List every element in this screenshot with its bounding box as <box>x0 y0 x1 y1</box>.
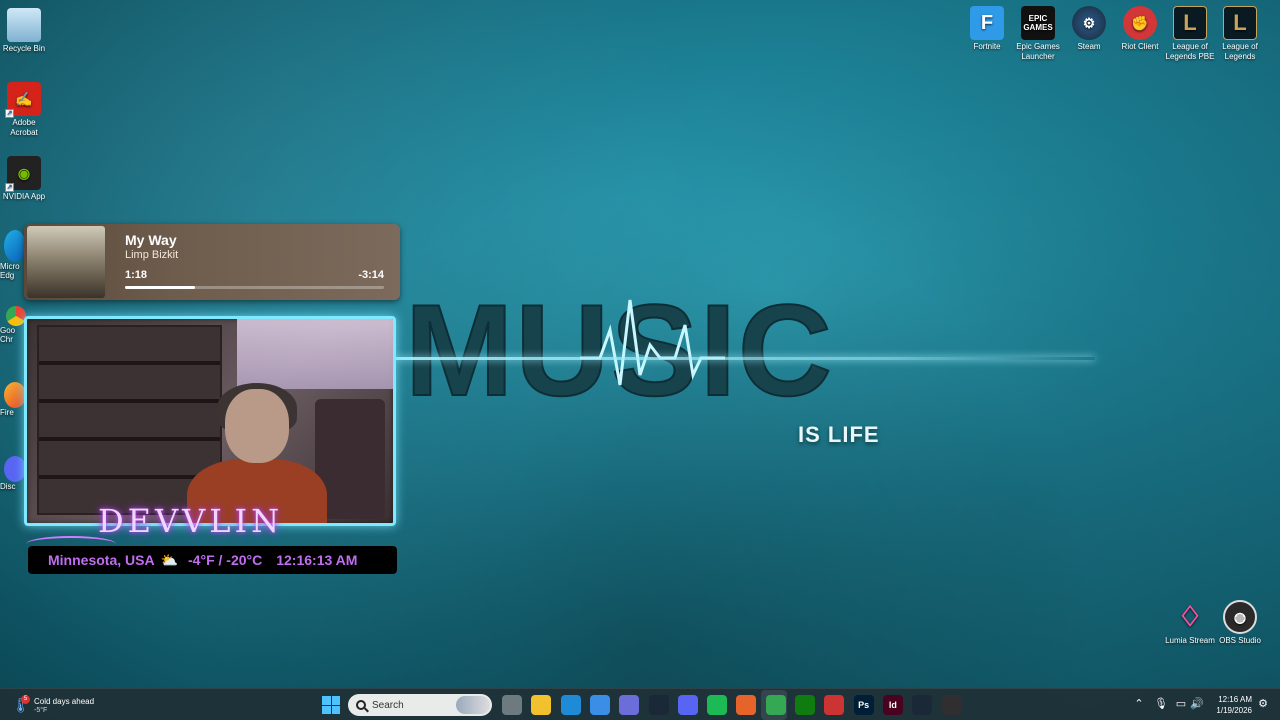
clock-date: 1/19/2026 <box>1216 706 1252 715</box>
lumia-stream-icon: ♢ <box>1177 601 1203 632</box>
microphone-icon[interactable]: 🎙 <box>1154 697 1168 711</box>
steam-icon[interactable] <box>648 695 669 715</box>
spotify-icon[interactable] <box>707 695 728 715</box>
desktop-icon-label: OBS Studio <box>1219 636 1261 645</box>
desktop-icon-steam[interactable]: ⚙ Steam <box>1063 2 1115 52</box>
edge-icon <box>4 230 26 262</box>
clock-time: 12:16 AM <box>1218 695 1252 704</box>
taskbar: 🌡 5 Cold days ahead -5°F Search Ps Id ⌃ 🎙… <box>0 688 1280 720</box>
wallpaper-pulse-line <box>395 357 1095 360</box>
remaining-time: -3:14 <box>358 269 384 281</box>
wallpaper-music-logo: MUSIC <box>404 280 834 420</box>
album-art <box>27 226 105 298</box>
volume-icon[interactable]: 🔊 <box>1190 697 1204 711</box>
adobe-acrobat-icon: ✍ ↗ <box>5 82 41 118</box>
weather-badge: 5 <box>21 695 30 704</box>
discord-icon <box>4 456 26 482</box>
copilot-icon[interactable] <box>619 695 640 715</box>
desktop-icon-league-pbe[interactable]: L League of Legends PBE <box>1164 2 1216 62</box>
desktop-icon-league[interactable]: L League of Legends <box>1214 2 1266 62</box>
desktop-icon-label: Epic Games Launcher <box>1016 42 1060 61</box>
desktop-icon-label: Goo Chr <box>0 326 16 344</box>
desktop-icon-label: Fortnite <box>973 42 1001 51</box>
progress-bar[interactable] <box>125 286 384 289</box>
desktop-icon-epic-games[interactable]: EPIC GAMES Epic Games Launcher <box>1012 2 1064 62</box>
microsoft-store-icon[interactable] <box>589 695 610 715</box>
firefox-icon[interactable] <box>736 695 757 715</box>
chrome-icon <box>6 306 26 326</box>
temperature-text: -4°F / -20°C <box>188 552 263 568</box>
desktop-icon-fortnite[interactable]: F Fortnite <box>961 2 1013 52</box>
task-view-icon[interactable] <box>502 695 522 715</box>
desktop-icon-recycle-bin[interactable]: Recycle Bin <box>0 4 50 54</box>
search-placeholder: Search <box>372 699 404 711</box>
desktop-icon-nvidia-app[interactable]: ◉ ↗ NVIDIA App <box>0 152 50 202</box>
desktop-icon-label: Disc <box>0 482 16 491</box>
stream-info-bar: Minnesota, USA ⛅ -4°F / -20°C 12:16:13 A… <box>28 546 397 574</box>
edge-icon[interactable] <box>560 695 581 715</box>
desktop-icon-adobe-acrobat[interactable]: ✍ ↗ Adobe Acrobat <box>0 78 50 138</box>
track-artist: Limp Bizkit <box>125 249 179 261</box>
desktop-icon-label: Fire <box>0 408 14 417</box>
partly-cloudy-icon: ⛅ <box>160 551 179 568</box>
weather-temp: -5°F <box>34 706 48 714</box>
steam-icon: ⚙ <box>1072 6 1106 40</box>
discord-icon[interactable] <box>677 695 698 715</box>
epic-games-icon: EPIC GAMES <box>1021 6 1055 40</box>
firefox-icon <box>4 382 26 408</box>
desktop-icon-label: Micro Edg <box>0 262 20 280</box>
file-explorer-icon[interactable] <box>531 695 552 715</box>
desktop-icon-riot-client[interactable]: ✊ Riot Client <box>1114 2 1166 52</box>
time-text: 12:16:13 AM <box>276 552 358 568</box>
desktop-icon-label: League of Legends <box>1222 42 1258 61</box>
show-hidden-icons-chevron-icon[interactable]: ⌃ <box>1132 697 1146 711</box>
elapsed-time: 1:18 <box>125 269 148 281</box>
desktop-icon-label: NVIDIA App <box>2 192 46 201</box>
steam-tray-icon[interactable] <box>912 695 933 715</box>
location-text: Minnesota, USA <box>48 552 155 568</box>
desktop-icon-label: Recycle Bin <box>2 44 46 53</box>
nvidia-icon: ◉ ↗ <box>5 156 41 192</box>
desktop-icon-label: Adobe Acrobat <box>10 118 38 137</box>
wallpaper-headline: MUSIC <box>405 280 834 420</box>
xbox-icon[interactable] <box>795 695 815 715</box>
desktop-icon-obs-studio[interactable]: ◍ OBS Studio <box>1214 596 1266 646</box>
desktop-icon-label: Steam <box>1077 42 1101 51</box>
search-box[interactable]: Search <box>348 694 492 716</box>
fortnite-icon: F <box>970 6 1004 40</box>
track-title: My Way <box>125 232 177 248</box>
search-icon <box>356 700 366 710</box>
photoshop-icon[interactable]: Ps <box>853 695 874 715</box>
webcam-background-window <box>237 319 393 389</box>
progress-fill <box>125 286 195 289</box>
desktop-icon-label: Riot Client <box>1121 42 1159 51</box>
riot-client-icon: ✊ <box>1123 6 1157 40</box>
weather-title: Cold days ahead <box>34 696 95 706</box>
desktop-icon-label: League of Legends PBE <box>1165 42 1215 61</box>
chrome-icon[interactable] <box>765 695 786 715</box>
recycle-bin-icon <box>7 8 41 42</box>
webcam-feed <box>24 316 396 526</box>
notification-settings-icon[interactable]: ⚙ <box>1256 697 1270 711</box>
start-button[interactable] <box>322 696 340 714</box>
streamer-name-logo: DEVVLIN <box>98 502 284 540</box>
search-highlight-image <box>456 696 490 714</box>
desktop-icon-label: Lumia Stream <box>1165 636 1215 645</box>
taskbar-clock[interactable]: 12:16 AM 1/19/2026 <box>1208 694 1252 716</box>
obs-icon[interactable] <box>941 695 962 715</box>
indesign-icon[interactable]: Id <box>882 695 903 715</box>
weather-widget[interactable]: 🌡 5 Cold days ahead -5°F <box>12 692 94 718</box>
weather-thermometer-icon: 🌡 5 <box>12 695 30 713</box>
now-playing-widget[interactable]: My Way Limp Bizkit 1:18 -3:14 <box>24 224 400 300</box>
network-icon[interactable]: ▭ <box>1174 697 1188 711</box>
obs-studio-icon: ◍ <box>1223 600 1257 634</box>
league-pbe-icon: L <box>1173 6 1207 40</box>
desktop-icon-lumia-stream[interactable]: ♢ Lumia Stream <box>1164 596 1216 646</box>
league-icon: L <box>1223 6 1257 40</box>
snipping-tool-icon[interactable] <box>824 695 845 715</box>
wallpaper-tagline: IS LIFE <box>798 422 880 447</box>
